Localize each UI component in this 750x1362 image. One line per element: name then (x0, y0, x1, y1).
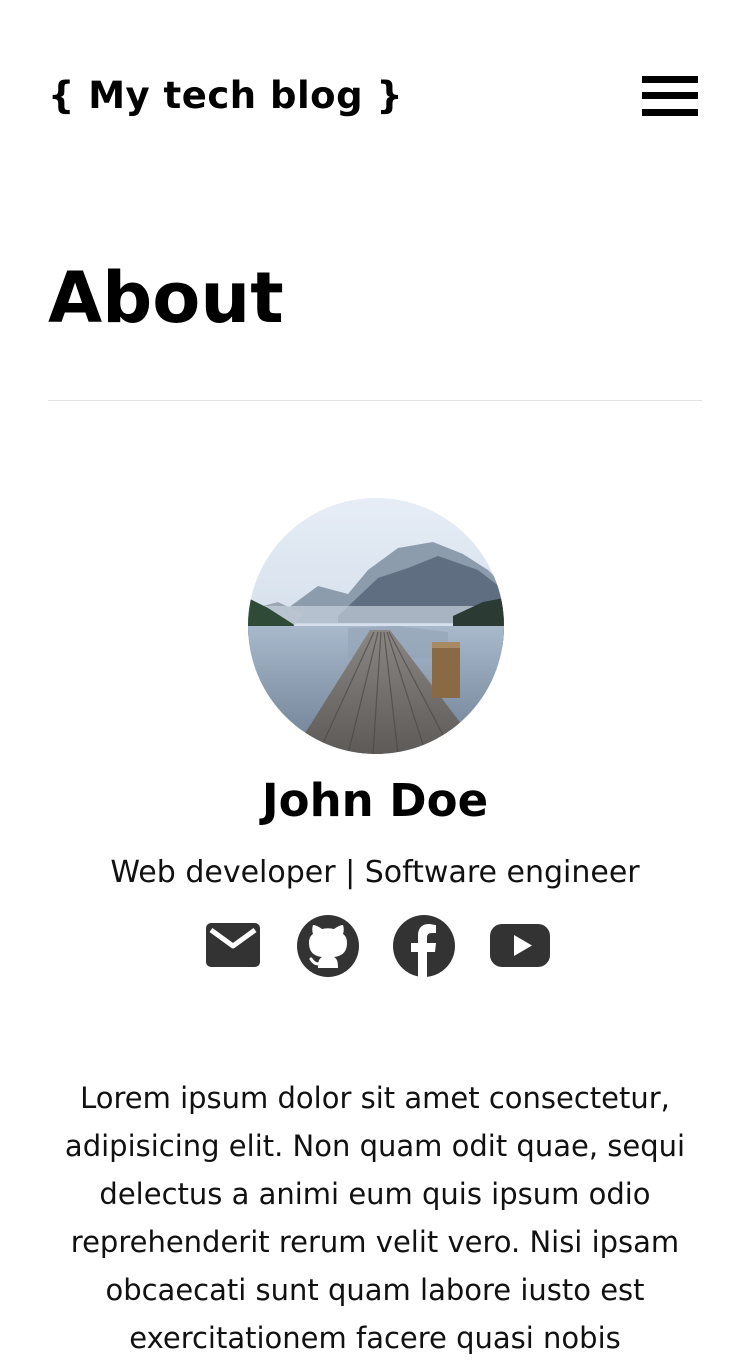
author-role: Web developer | Software engineer (110, 855, 640, 890)
hamburger-menu-icon[interactable] (642, 76, 698, 116)
site-header: { My tech blog } (48, 70, 702, 122)
menu-bar (642, 76, 698, 83)
facebook-icon[interactable] (392, 914, 456, 978)
youtube-icon[interactable] (488, 914, 552, 978)
site-title-link[interactable]: { My tech blog } (48, 70, 403, 122)
bio-text: Lorem ipsum dolor sit amet consectetur, … (64, 1081, 686, 1355)
divider (48, 400, 702, 401)
social-links (202, 914, 554, 978)
menu-bar (642, 109, 698, 116)
menu-bar (642, 92, 698, 99)
author-name: John Doe (261, 774, 489, 827)
avatar (248, 498, 504, 754)
github-icon[interactable] (296, 914, 360, 978)
avatar-image (248, 498, 504, 754)
mail-icon[interactable] (202, 914, 266, 978)
page-title: About (48, 257, 284, 339)
